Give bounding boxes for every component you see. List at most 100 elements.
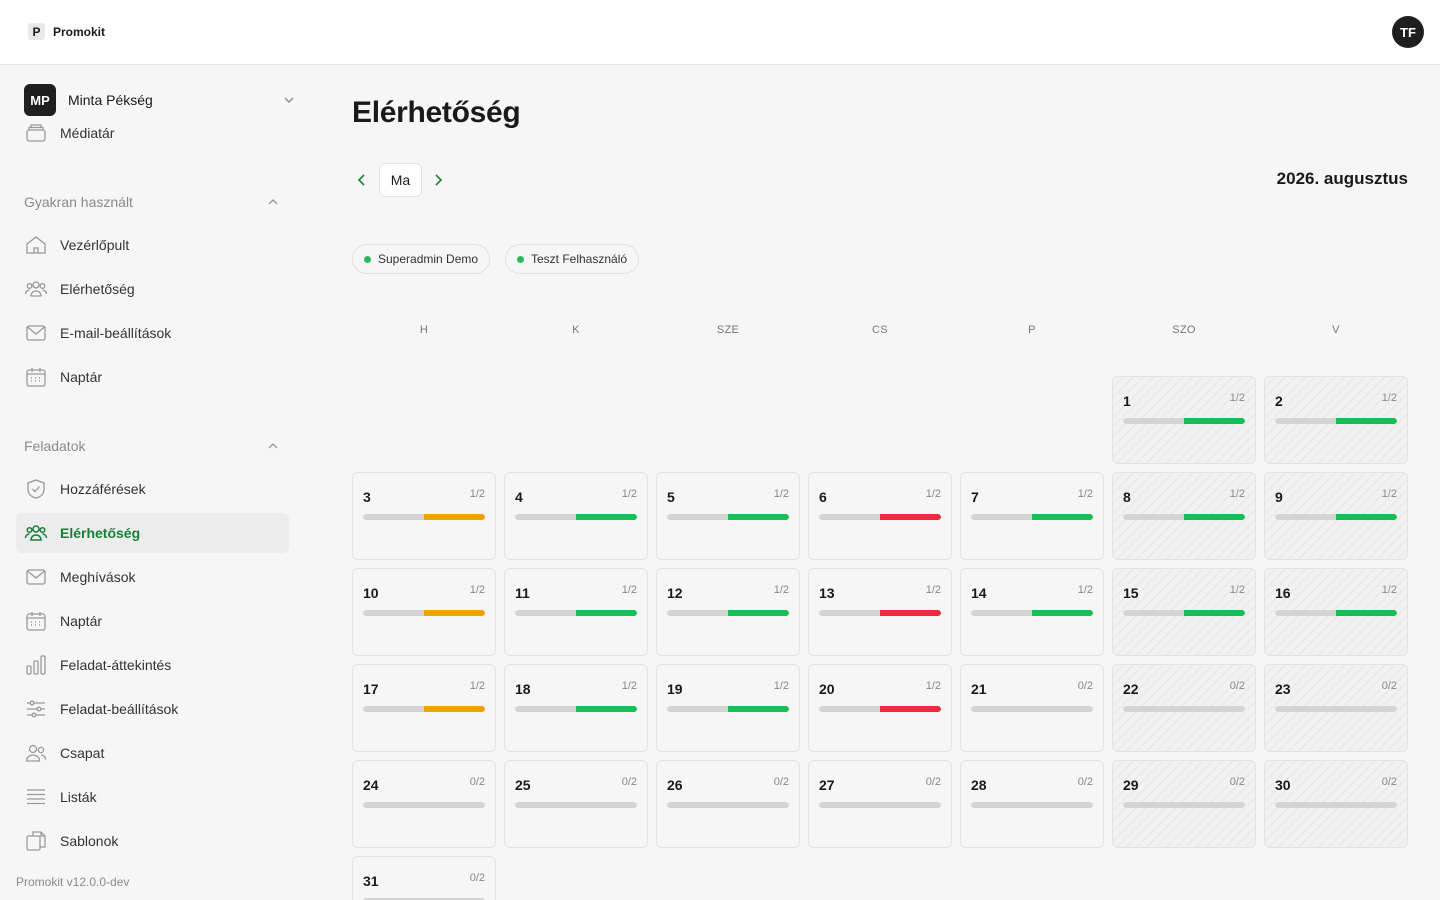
weekday-label: SZE	[716, 324, 740, 336]
sidebar-item-hozzaferesek[interactable]: Hozzáférések	[16, 469, 289, 509]
sidebar-item-csapat[interactable]: Csapat	[16, 733, 289, 773]
calendar-day[interactable]: 30 0/2	[1264, 760, 1408, 848]
availability-bar-fill	[424, 706, 485, 712]
calendar-day[interactable]: 28 0/2	[960, 760, 1104, 848]
sidebar-item-naptar[interactable]: Naptár	[16, 601, 289, 641]
availability-bar	[515, 610, 637, 616]
sidebar-item-label: Sablonok	[60, 833, 119, 849]
user-chip[interactable]: Superadmin Demo	[352, 244, 491, 274]
calendar-day[interactable]: 2 1/2	[1264, 376, 1408, 464]
day-number: 29	[1123, 777, 1139, 793]
availability-bar	[363, 514, 485, 520]
calendar-day[interactable]: 6 1/2	[808, 472, 952, 560]
sidebar-item-elerhetoseg-frequent[interactable]: Elérhetőség	[16, 269, 289, 309]
weekday-label: CS	[872, 324, 888, 336]
sidebar-item-listak[interactable]: Listák	[16, 777, 289, 817]
sidebar-item-label: Csapat	[60, 745, 105, 761]
availability-count: 1/2	[773, 584, 789, 596]
sidebar-item-naptar-frequent[interactable]: Naptár	[16, 357, 289, 397]
day-number: 26	[667, 777, 683, 793]
sidebar-item-email-settings[interactable]: E-mail-beállítások	[16, 313, 289, 353]
day-number: 25	[515, 777, 531, 793]
calendar-day[interactable]: 11 1/2	[504, 568, 648, 656]
user-avatar[interactable]: TF	[1392, 16, 1424, 48]
calendar-day[interactable]: 15 1/2	[1112, 568, 1256, 656]
availability-bar	[819, 514, 941, 520]
chevron-left-icon	[357, 174, 365, 186]
section-frequent-header[interactable]: Gyakran használt	[24, 194, 280, 210]
availability-count: 1/2	[469, 584, 485, 596]
day-number: 30	[1275, 777, 1291, 793]
calendar-day[interactable]: 13 1/2	[808, 568, 952, 656]
shield-check-icon	[27, 479, 45, 499]
prev-month-button[interactable]	[352, 170, 372, 190]
calendar-day[interactable]: 18 1/2	[504, 664, 648, 752]
sidebar-item-meghivasok[interactable]: Meghívások	[16, 557, 289, 597]
availability-bar	[1123, 706, 1245, 712]
day-number: 20	[819, 681, 835, 697]
day-number: 31	[363, 873, 379, 889]
sidebar-item-feladat-beallitasok[interactable]: Feladat-beállítások	[16, 689, 289, 729]
day-number: 17	[363, 681, 379, 697]
calendar-day[interactable]: 19 1/2	[656, 664, 800, 752]
availability-count: 0/2	[1229, 776, 1245, 788]
calendar-day[interactable]: 29 0/2	[1112, 760, 1256, 848]
calendar-day[interactable]: 27 0/2	[808, 760, 952, 848]
sidebar-item-label: Vezérlőpult	[60, 237, 130, 253]
calendar-day[interactable]: 22 0/2	[1112, 664, 1256, 752]
availability-bar-fill	[728, 610, 789, 616]
calendar-day[interactable]: 14 1/2	[960, 568, 1104, 656]
availability-bar	[971, 802, 1093, 808]
today-button[interactable]: Ma	[379, 163, 422, 197]
calendar-day[interactable]: 24 0/2	[352, 760, 496, 848]
brand[interactable]: P Promokit	[28, 23, 105, 40]
calendar-day[interactable]: 1 1/2	[1112, 376, 1256, 464]
day-number: 10	[363, 585, 379, 601]
day-number: 3	[363, 489, 371, 505]
sidebar-item-mediatar[interactable]: Médiatár	[16, 113, 289, 153]
day-number: 28	[971, 777, 987, 793]
calendar-day[interactable]: 16 1/2	[1264, 568, 1408, 656]
availability-bar	[1275, 514, 1397, 520]
availability-bar-fill	[880, 610, 941, 616]
sidebar-item-label: Feladat-áttekintés	[60, 657, 172, 673]
availability-count: 0/2	[469, 872, 485, 884]
availability-bar-fill	[880, 514, 941, 520]
availability-count: 1/2	[469, 680, 485, 692]
calendar-day[interactable]: 23 0/2	[1264, 664, 1408, 752]
calendar-day[interactable]: 20 1/2	[808, 664, 952, 752]
user-chip[interactable]: Teszt Felhasználó	[505, 244, 640, 274]
sidebar-item-sablonok[interactable]: Sablonok	[16, 821, 289, 861]
calendar-day[interactable]: 4 1/2	[504, 472, 648, 560]
calendar-day[interactable]: 31 0/2	[352, 856, 496, 900]
calendar-day[interactable]: 5 1/2	[656, 472, 800, 560]
org-switcher[interactable]: MP Minta Pékség	[24, 84, 296, 116]
calendar-day[interactable]: 8 1/2	[1112, 472, 1256, 560]
day-number: 27	[819, 777, 835, 793]
calendar-day[interactable]: 17 1/2	[352, 664, 496, 752]
day-number: 18	[515, 681, 531, 697]
availability-bar	[971, 706, 1093, 712]
sidebar-item-feladat-attekintes[interactable]: Feladat-áttekintés	[16, 645, 289, 685]
calendar-day[interactable]: 21 0/2	[960, 664, 1104, 752]
calendar-day[interactable]: 7 1/2	[960, 472, 1104, 560]
calendar-day[interactable]: 10 1/2	[352, 568, 496, 656]
org-name: Minta Pékség	[68, 92, 153, 108]
calendar-day[interactable]: 9 1/2	[1264, 472, 1408, 560]
next-month-button[interactable]	[428, 170, 448, 190]
calendar-day[interactable]: 25 0/2	[504, 760, 648, 848]
availability-bar	[515, 706, 637, 712]
availability-count: 0/2	[1381, 776, 1397, 788]
sidebar-item-label: Médiatár	[60, 125, 115, 141]
calendar-day[interactable]: 3 1/2	[352, 472, 496, 560]
availability-count: 1/2	[925, 584, 941, 596]
calendar-day[interactable]: 12 1/2	[656, 568, 800, 656]
sidebar-item-vezerlopult[interactable]: Vezérlőpult	[16, 225, 289, 265]
calendar-day[interactable]: 26 0/2	[656, 760, 800, 848]
availability-count: 1/2	[1077, 584, 1093, 596]
sidebar-item-elerhetoseg[interactable]: Elérhetőség	[16, 513, 289, 553]
availability-count: 0/2	[1381, 680, 1397, 692]
availability-bar-fill	[1032, 514, 1093, 520]
availability-count: 1/2	[925, 680, 941, 692]
section-tasks-header[interactable]: Feladatok	[24, 438, 280, 454]
